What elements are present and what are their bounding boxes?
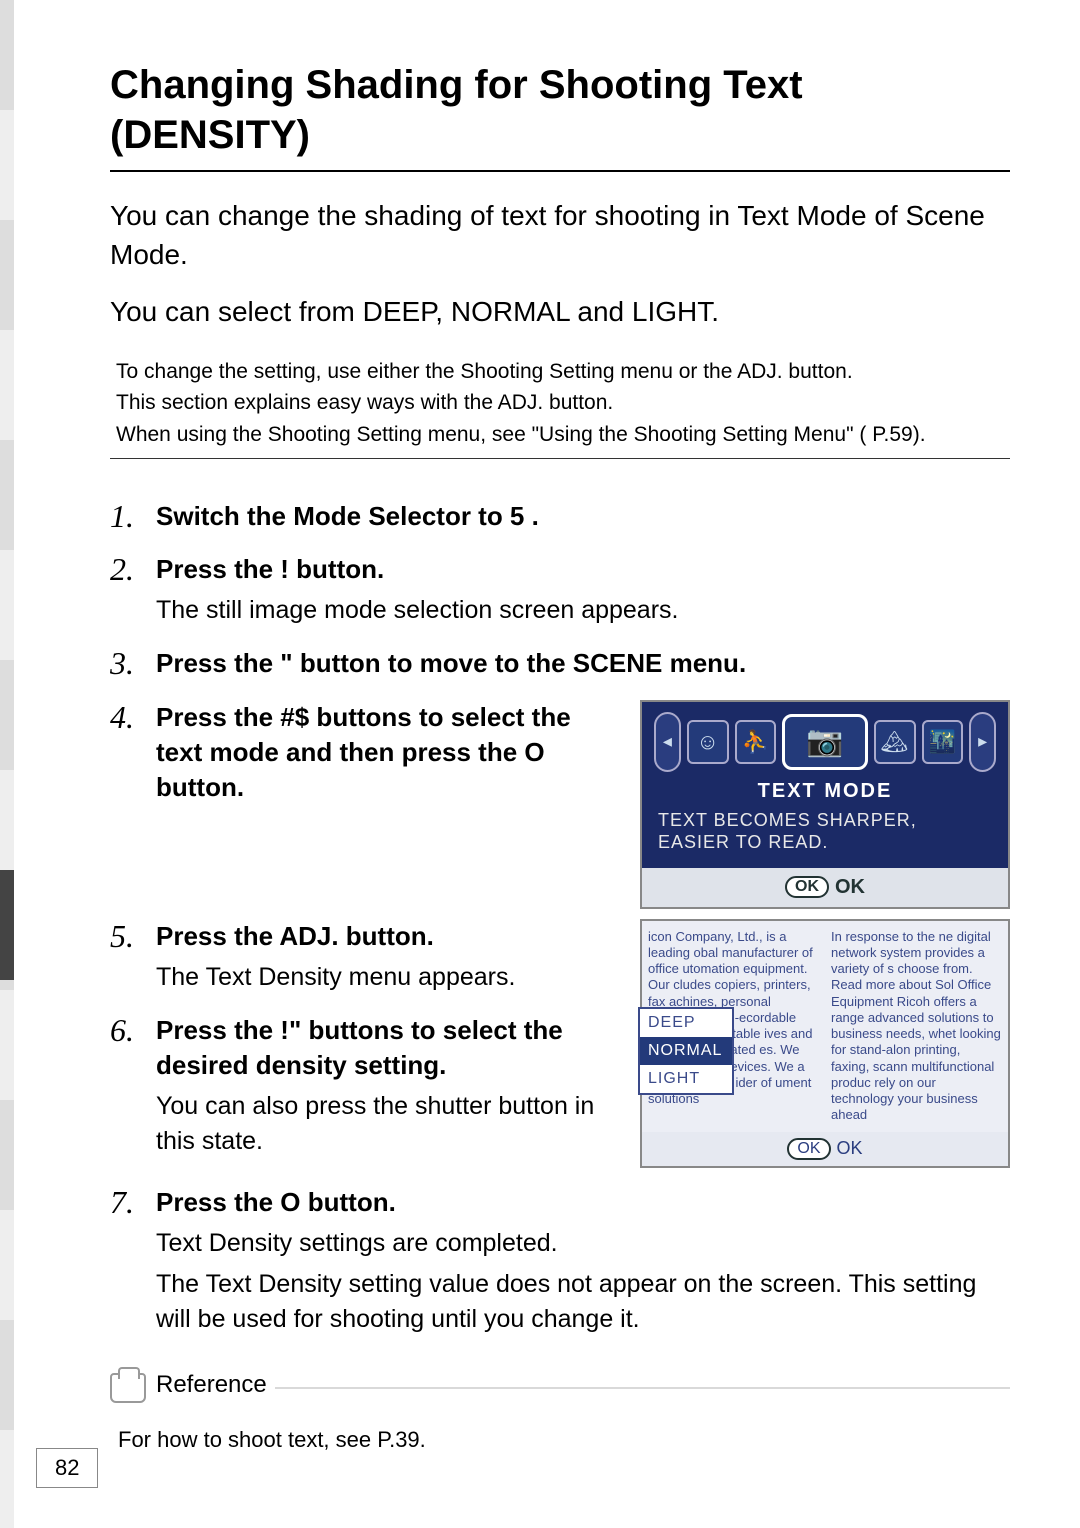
page-number: 82	[36, 1448, 98, 1488]
page-title: Changing Shading for Shooting Text (DENS…	[110, 60, 1010, 160]
step-3: 3. Press the " button to move to the SCE…	[110, 646, 1010, 681]
sample-text-left: icon Company, Ltd., is a leading obal ma…	[642, 921, 825, 1132]
scene-icon-row: ◂ ☺ ⛹ 📷 🏔 🌃 ▸	[654, 712, 996, 772]
reference-icon	[110, 1373, 146, 1403]
step-title: Press the O button.	[156, 1185, 1010, 1220]
step-number: 3.	[110, 646, 140, 681]
ok-label: OK	[835, 876, 865, 899]
step-4: 4. Press the #$ buttons to select the te…	[110, 700, 620, 805]
note-box: To change the setting, use either the Sh…	[110, 350, 1010, 460]
step-title: Switch the Mode Selector to 5 .	[156, 499, 1010, 534]
step-number: 7.	[110, 1185, 140, 1337]
step-text: The Text Density menu appears.	[156, 960, 620, 995]
sports-icon: ⛹	[735, 720, 777, 764]
step-2: 2. Press the ! button. The still image m…	[110, 552, 1010, 628]
ok-pill-icon: OK	[787, 1138, 830, 1160]
ok-pill-icon: OK	[785, 876, 829, 898]
step-1: 1. Switch the Mode Selector to 5 .	[110, 499, 1010, 534]
note-line: When using the Shooting Setting menu, se…	[116, 419, 1004, 451]
intro-text-1: You can change the shading of text for s…	[110, 196, 1010, 274]
lcd-screen-density-menu: icon Company, Ltd., is a leading obal ma…	[640, 919, 1010, 1168]
ok-label: OK	[837, 1138, 863, 1159]
step-5: 5. Press the ADJ. button. The Text Densi…	[110, 919, 620, 995]
sample-text-right: In response to the ne digital network sy…	[825, 921, 1008, 1132]
reference-bar: Reference	[110, 1373, 1010, 1403]
step-text: The Text Density setting value does not …	[156, 1267, 1010, 1337]
intro-text-2: You can select from DEEP, NORMAL and LIG…	[110, 292, 1010, 331]
step-text: The still image mode selection screen ap…	[156, 593, 1010, 628]
note-line: This section explains easy ways with the…	[116, 387, 1004, 419]
step-title: Press the !" buttons to select the desir…	[156, 1013, 620, 1083]
manual-page: Changing Shading for Shooting Text (DENS…	[0, 0, 1080, 1528]
step-text: Text Density settings are completed.	[156, 1226, 1010, 1261]
camera-text-icon: 📷	[782, 714, 867, 770]
nightscape-icon: 🌃	[922, 720, 964, 764]
reference-label: Reference	[156, 1371, 275, 1399]
step-title: Press the " button to move to the SCENE …	[156, 646, 1010, 681]
step-title: Press the ! button.	[156, 552, 1010, 587]
title-rule	[110, 170, 1010, 172]
step-title: Press the ADJ. button.	[156, 919, 620, 954]
step4-row: 4. Press the #$ buttons to select the te…	[110, 700, 1010, 909]
reference-text: For how to shoot text, see P.39.	[110, 1427, 1010, 1453]
step-title: Press the #$ buttons to select the text …	[156, 700, 620, 805]
chevron-left-icon: ◂	[654, 712, 681, 772]
density-option-normal: NORMAL	[640, 1037, 732, 1065]
mode-label: TEXT MODE	[654, 780, 996, 803]
step-number: 4.	[110, 700, 140, 805]
chevron-right-icon: ▸	[969, 712, 996, 772]
density-option-deep: DEEP	[640, 1009, 732, 1037]
density-option-light: LIGHT	[640, 1065, 732, 1093]
step56-row: 5. Press the ADJ. button. The Text Densi…	[110, 919, 1010, 1177]
step-number: 5.	[110, 919, 140, 995]
lcd-screen-text-mode: ◂ ☺ ⛹ 📷 🏔 🌃 ▸ TEXT MODE TEXT BECOMES SHA…	[640, 700, 1010, 909]
step-6: 6. Press the !" buttons to select the de…	[110, 1013, 620, 1159]
step-text: You can also press the shutter button in…	[156, 1089, 620, 1159]
density-menu: DEEP NORMAL LIGHT	[638, 1007, 734, 1095]
portrait-icon: ☺	[687, 720, 729, 764]
mode-description: TEXT BECOMES SHARPER, EASIER TO READ.	[654, 809, 996, 860]
landscape-icon: 🏔	[874, 720, 916, 764]
step-number: 1.	[110, 499, 140, 534]
steps-list: 1. Switch the Mode Selector to 5 . 2. Pr…	[110, 499, 1010, 1337]
step-number: 2.	[110, 552, 140, 628]
step-number: 6.	[110, 1013, 140, 1159]
step-7: 7. Press the O button. Text Density sett…	[110, 1185, 1010, 1337]
ok-bar: OK OK	[642, 868, 1008, 907]
ok-bar: OK OK	[642, 1132, 1008, 1166]
note-line: To change the setting, use either the Sh…	[116, 356, 1004, 388]
